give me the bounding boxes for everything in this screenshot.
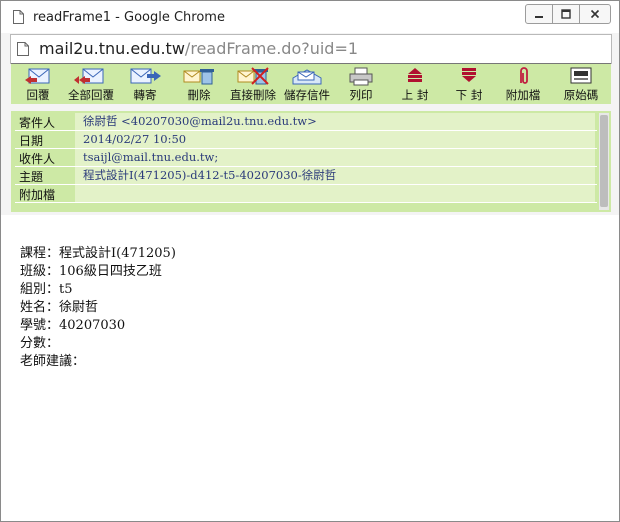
next-icon <box>462 68 476 82</box>
subject-label: 主題 <box>19 168 75 184</box>
reply-icon <box>25 68 50 84</box>
to-label: 收件人 <box>19 150 75 166</box>
mail-toolbar: 回覆 全部回覆 轉寄 刪除 直接刪除 儲存信件 列印 上 封 下 封 附加檔 原… <box>11 63 611 104</box>
reply-all-icon <box>74 68 104 84</box>
window-title: readFrame1 - Google Chrome <box>33 10 225 25</box>
save-mail-icon <box>292 69 322 85</box>
attachment-label: 附加檔 <box>505 88 541 102</box>
header-row-from: 寄件人 徐尉哲 <40207030@mail2u.tnu.edu.tw> <box>15 113 597 131</box>
url-host: mail2u.tnu.edu.tw <box>39 39 185 58</box>
header-row-date: 日期 2014/02/27 10:50 <box>15 131 597 149</box>
next-button[interactable]: 下 封 <box>442 64 496 104</box>
header-scrollbar[interactable] <box>599 113 609 210</box>
header-row-attachments: 附加檔 <box>15 185 597 203</box>
close-button[interactable] <box>580 5 610 23</box>
url-text[interactable]: mail2u.tnu.edu.tw/readFrame.do?uid=1 <box>39 39 358 58</box>
header-row-subject: 主題 程式設計I(471205)-d412-t5-40207030-徐尉哲 <box>15 167 597 185</box>
attachments-label: 附加檔 <box>19 186 75 202</box>
reply-label: 回覆 <box>26 88 50 102</box>
from-label: 寄件人 <box>19 114 75 130</box>
print-button[interactable]: 列印 <box>334 64 388 104</box>
to-value[interactable]: tsaijl@mail.tnu.edu.tw; <box>75 149 595 166</box>
forward-icon <box>130 68 161 84</box>
save-mail-label: 儲存信件 <box>284 88 330 102</box>
next-label: 下 封 <box>455 88 483 102</box>
delete-direct-icon <box>237 67 269 85</box>
delete-label: 刪除 <box>187 88 211 102</box>
message-body: 課程：程式設計I(471205) 班級：106級日四技乙班 組別：t5 姓名：徐… <box>1 215 619 521</box>
minimize-icon <box>535 16 543 18</box>
close-icon <box>590 9 600 19</box>
page-icon <box>17 42 29 56</box>
previous-label: 上 封 <box>401 88 429 102</box>
body-line-teacher-advice: 老師建議： <box>20 354 86 369</box>
forward-button[interactable]: 轉寄 <box>118 64 172 104</box>
document-icon <box>13 10 24 24</box>
from-value[interactable]: 徐尉哲 <40207030@mail2u.tnu.edu.tw> <box>75 113 595 130</box>
maximize-button[interactable] <box>553 5 580 23</box>
body-line-class: 班級：106級日四技乙班 <box>20 264 162 279</box>
forward-label: 轉寄 <box>133 88 157 102</box>
title-bar: readFrame1 - Google Chrome <box>1 1 619 33</box>
source-label: 原始碼 <box>563 88 599 102</box>
print-icon <box>349 67 373 86</box>
body-line-score: 分數： <box>20 336 60 351</box>
date-label: 日期 <box>19 132 75 148</box>
header-row-to: 收件人 tsaijl@mail.tnu.edu.tw; <box>15 149 597 167</box>
reply-all-label: 全部回覆 <box>68 88 114 102</box>
message-header: 寄件人 徐尉哲 <40207030@mail2u.tnu.edu.tw> 日期 … <box>11 111 611 212</box>
minimize-button[interactable] <box>526 5 553 23</box>
browser-window: readFrame1 - Google Chrome mail2u.tnu.ed… <box>0 0 620 522</box>
maximize-icon <box>561 9 571 19</box>
delete-icon <box>183 69 214 85</box>
body-line-student-id: 學號：40207030 <box>20 318 126 333</box>
attachments-value <box>75 185 595 202</box>
url-path: /readFrame.do?uid=1 <box>184 39 359 58</box>
window-controls <box>525 4 611 24</box>
body-line-name: 姓名：徐尉哲 <box>20 300 99 315</box>
attachment-button[interactable]: 附加檔 <box>496 64 550 104</box>
address-bar[interactable]: mail2u.tnu.edu.tw/readFrame.do?uid=1 <box>10 34 612 64</box>
delete-direct-label: 直接刪除 <box>230 88 276 102</box>
scrollbar-thumb[interactable] <box>600 115 608 207</box>
print-label: 列印 <box>349 88 373 102</box>
previous-button[interactable]: 上 封 <box>388 64 442 104</box>
save-mail-button[interactable]: 儲存信件 <box>280 64 334 104</box>
previous-icon <box>408 68 422 82</box>
source-icon <box>570 67 592 84</box>
reply-all-button[interactable]: 全部回覆 <box>64 64 118 104</box>
delete-direct-button[interactable]: 直接刪除 <box>226 64 280 104</box>
reply-button[interactable]: 回覆 <box>11 64 65 104</box>
source-button[interactable]: 原始碼 <box>554 64 608 104</box>
body-line-course: 課程：程式設計I(471205) <box>20 246 176 261</box>
date-value: 2014/02/27 10:50 <box>75 131 595 148</box>
subject-value: 程式設計I(471205)-d412-t5-40207030-徐尉哲 <box>75 167 595 184</box>
delete-button[interactable]: 刪除 <box>172 64 226 104</box>
body-line-group: 組別：t5 <box>20 282 73 297</box>
attachment-icon <box>520 67 528 84</box>
